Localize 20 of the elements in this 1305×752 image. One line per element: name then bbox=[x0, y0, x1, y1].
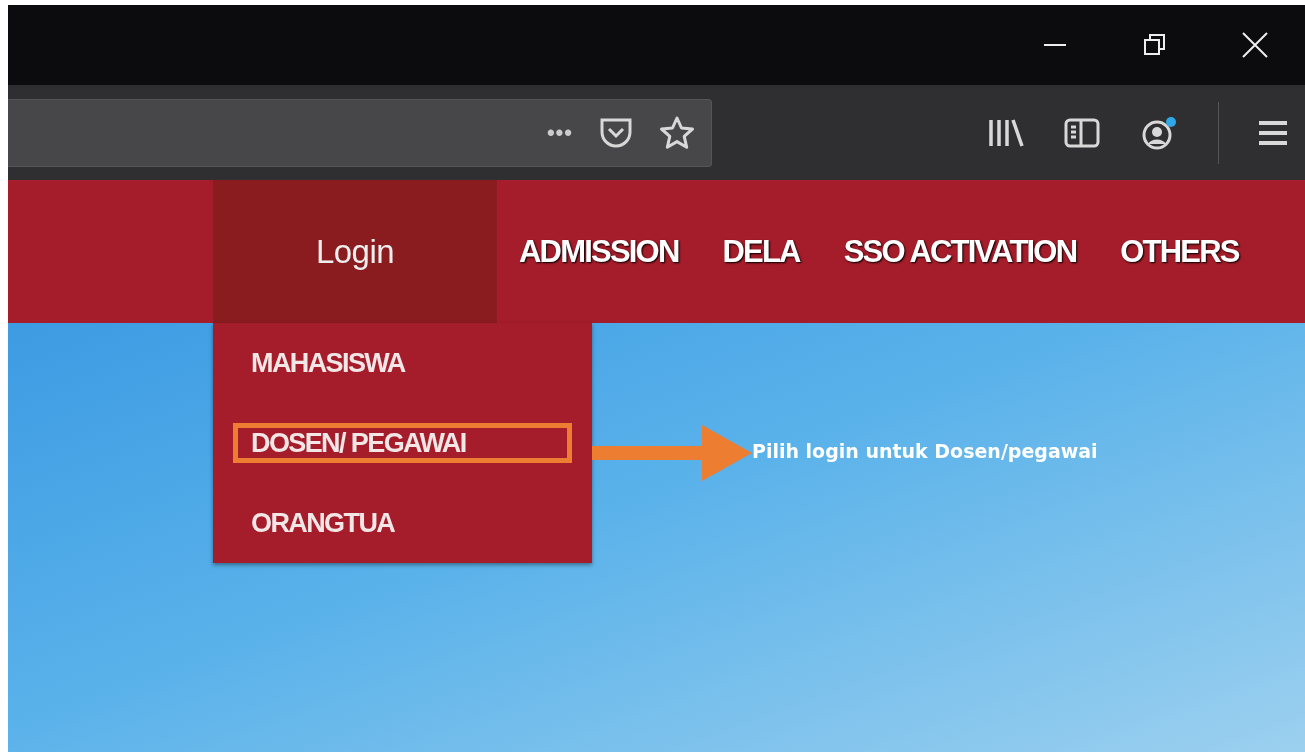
restore-icon[interactable] bbox=[1144, 34, 1166, 56]
sidebar-icon[interactable] bbox=[1064, 117, 1100, 148]
nav-tab[interactable]: Login bbox=[213, 180, 497, 323]
star-icon[interactable] bbox=[659, 115, 695, 150]
menu-icon[interactable] bbox=[1259, 118, 1287, 147]
nav-tab[interactable]: SSO ACTIVATION bbox=[821, 180, 1099, 323]
nav-tab[interactable]: OTHERS bbox=[1098, 180, 1261, 323]
menu-item[interactable]: DOSEN/ PEGAWAI bbox=[213, 403, 592, 483]
menu-item[interactable]: ORANGTUA bbox=[213, 483, 592, 563]
arrow-icon bbox=[592, 425, 752, 481]
nav-tab[interactable]: ADMISSION bbox=[497, 180, 701, 323]
address-bar[interactable]: ••• bbox=[8, 98, 712, 167]
menu-item[interactable]: MAHASISWA bbox=[213, 323, 592, 403]
pocket-icon[interactable] bbox=[599, 116, 633, 149]
more-actions-button[interactable]: ••• bbox=[546, 119, 573, 146]
account-icon[interactable] bbox=[1140, 115, 1178, 150]
library-icon[interactable] bbox=[988, 117, 1024, 148]
close-icon[interactable] bbox=[1242, 32, 1268, 58]
nav-tab[interactable]: DELA bbox=[700, 180, 822, 323]
annotation-text: Pilih login untuk Dosen/pegawai bbox=[752, 440, 1098, 462]
